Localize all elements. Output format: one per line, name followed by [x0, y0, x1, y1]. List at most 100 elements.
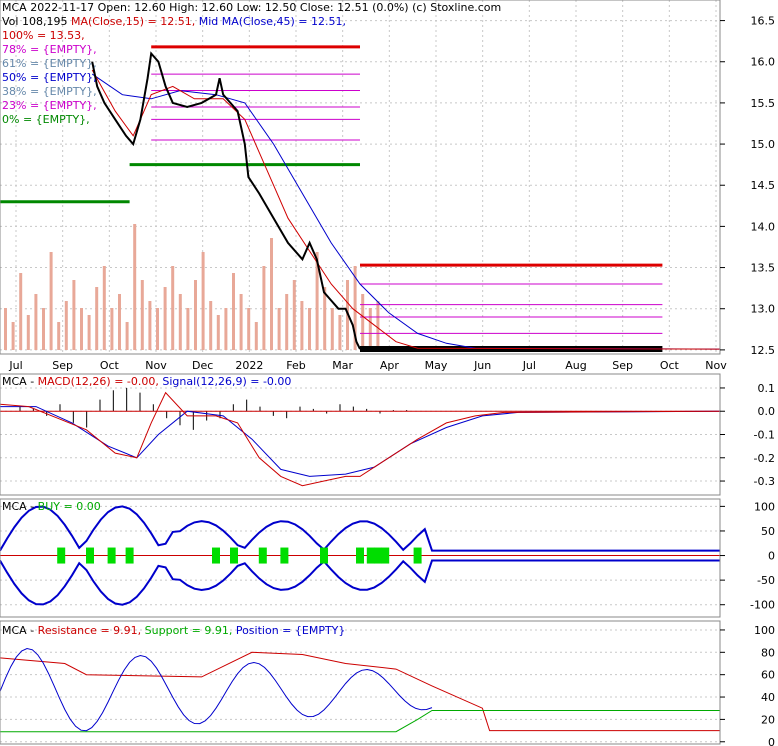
header-volume-ma: Vol 108,195 MA(Close,15) = 12.51, Mid MA… — [2, 15, 346, 28]
buy-marker — [356, 547, 364, 564]
x-tick-label: Sep — [52, 359, 73, 372]
y-tick-label: -0.1 — [754, 429, 775, 442]
volume-bar — [323, 287, 327, 350]
buy-marker — [125, 547, 134, 564]
buy-marker — [258, 547, 267, 564]
resistance-title: MCA - Resistance = 9.91, Support = 9.91,… — [2, 624, 345, 637]
y-tick-label: -50 — [757, 574, 775, 587]
x-tick-label: Dec — [192, 359, 213, 372]
x-tick-label: Aug — [565, 359, 586, 372]
x-tick-label: Sep — [612, 359, 633, 372]
buy-marker — [86, 547, 94, 564]
y-tick-label: 14.5 — [751, 179, 776, 192]
macd-title: MCA - MACD(12,26) = -0.00, Signal(12,26,… — [2, 375, 291, 388]
y-tick-label: -0.3 — [754, 475, 775, 488]
volume-bar — [224, 308, 228, 350]
x-tick-label: Mar — [332, 359, 353, 372]
volume-bar — [209, 301, 213, 350]
buy-marker — [366, 547, 375, 564]
y-tick-label: 13.0 — [751, 303, 776, 316]
y-tick-label: 15.0 — [751, 138, 776, 151]
volume-bar — [163, 287, 167, 350]
x-tick-label: Nov — [145, 359, 167, 372]
volume-bar — [300, 301, 304, 350]
volume-bar — [42, 308, 45, 350]
volume-bar — [171, 266, 175, 350]
volume-bar — [26, 315, 30, 350]
volume-bar — [239, 294, 243, 350]
buy-marker — [320, 547, 328, 564]
volume-bar — [4, 308, 7, 350]
fib-level-label: 38% = {EMPTY}, — [2, 85, 97, 98]
fib-level-label: 0% = {EMPTY}, — [2, 113, 90, 126]
volume-bar — [292, 280, 296, 350]
fib-level-label: 100% = 13.53, — [2, 29, 85, 42]
volume-bar — [140, 280, 144, 350]
volume-bar — [64, 301, 68, 350]
x-tick-label: Oct — [100, 359, 120, 372]
y-tick-label: 12.5 — [751, 344, 776, 357]
y-tick-label: -100 — [750, 599, 775, 612]
y-tick-label: 0 — [768, 736, 775, 746]
volume-bar — [11, 322, 15, 350]
volume-bar — [34, 294, 38, 350]
volume-bar — [201, 252, 205, 350]
volume-bar — [80, 308, 83, 350]
buy-marker — [374, 547, 382, 564]
volume-bar — [102, 266, 106, 350]
volume-bar — [19, 273, 23, 350]
x-tick-label: Jul — [8, 359, 22, 372]
y-tick-label: 0 — [768, 550, 775, 563]
buy-marker — [280, 547, 289, 564]
y-tick-label: 80 — [761, 646, 775, 659]
volume-bar — [49, 252, 53, 350]
fib-level-label: 61% = {EMPTY}, — [2, 57, 97, 70]
buy-marker — [107, 547, 116, 564]
volume-bar — [118, 294, 121, 350]
fib-level-label: 50% = {EMPTY}, — [2, 71, 97, 84]
stock-chart: 12.5 13.0 13.5 14.0 14.5 15.0 15.5 16.0 16.5 Jul… — [0, 0, 778, 746]
volume-bar — [338, 315, 342, 350]
buy-marker — [212, 547, 220, 564]
y-tick-label: 14.0 — [751, 220, 776, 233]
volume-bar — [308, 308, 311, 350]
x-tick-label: Oct — [660, 359, 680, 372]
y-tick-label: 40 — [761, 691, 775, 704]
y-tick-label: 100 — [754, 500, 775, 513]
buy-marker — [381, 547, 390, 564]
volume-bar — [216, 315, 220, 350]
volume-bar — [232, 273, 235, 350]
y-tick-label: -0.2 — [754, 452, 775, 465]
x-tick-label: Jul — [522, 359, 536, 372]
y-tick-label: 0.1 — [758, 382, 776, 395]
y-tick-label: 13.5 — [751, 262, 776, 275]
x-tick-label: Apr — [380, 359, 400, 372]
volume-bar — [133, 224, 137, 350]
volume-bar — [194, 280, 197, 350]
volume-bar — [110, 308, 114, 350]
header-title: MCA 2022-11-17 Open: 12.60 High: 12.60 L… — [2, 1, 501, 14]
volume-bar — [72, 280, 76, 350]
volume-bar — [125, 322, 129, 350]
buy-marker — [413, 547, 422, 564]
volume-bar — [186, 308, 190, 350]
volume-bar — [277, 308, 281, 350]
y-tick-label: 16.5 — [751, 15, 776, 28]
volume-bar — [376, 301, 380, 350]
y-tick-label: 100 — [754, 624, 775, 637]
volume-bar — [330, 308, 334, 350]
x-tick-label: Nov — [705, 359, 727, 372]
buy-marker — [57, 547, 66, 564]
volume-bar — [148, 301, 152, 350]
y-tick-label: 15.5 — [751, 97, 776, 110]
x-tick-label: Feb — [286, 359, 305, 372]
y-tick-label: 16.0 — [751, 56, 776, 69]
fib-level-labels: 100% = 13.53,78% = {EMPTY},61% = {EMPTY}… — [2, 29, 97, 126]
volume-bar — [57, 322, 61, 350]
volume-bar — [368, 308, 372, 350]
x-tick-label: 2022 — [235, 359, 263, 372]
buy-marker — [230, 547, 238, 564]
volume-bar — [262, 266, 266, 350]
volume-bar — [156, 308, 159, 350]
volume-bar — [87, 315, 91, 350]
